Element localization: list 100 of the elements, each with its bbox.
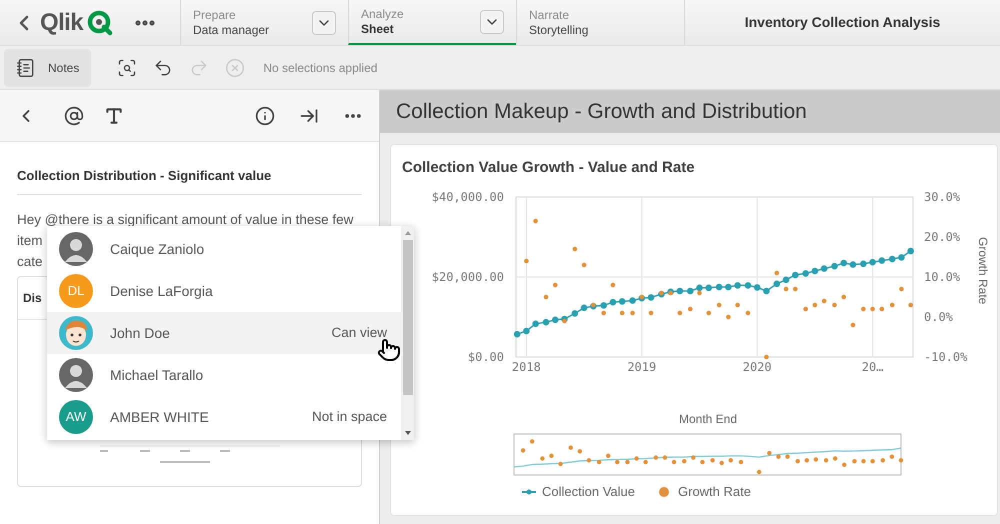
- tab-category: Analyze: [361, 6, 404, 22]
- line-point: [898, 254, 905, 261]
- line-point: [716, 284, 722, 290]
- scatter-point: [822, 298, 826, 304]
- line-point: [552, 316, 559, 324]
- hand-cursor-icon: [377, 338, 401, 362]
- scatter-point: [735, 302, 740, 308]
- notes-button[interactable]: Notes: [4, 48, 92, 86]
- logo-q-icon: [86, 10, 113, 36]
- clear-icon: [225, 58, 246, 78]
- axis-title: Growth Rate: [976, 237, 990, 304]
- person-name: Denise LaForgia: [110, 282, 214, 301]
- scatter-point: [832, 302, 837, 308]
- scatter-point: [678, 310, 682, 316]
- line-point: [792, 272, 799, 278]
- axis-label: 0.0%: [924, 310, 953, 324]
- line-point: [782, 276, 790, 284]
- text-style-icon[interactable]: [104, 106, 124, 126]
- line-point: [514, 330, 520, 338]
- axis-label: 2018: [512, 360, 541, 374]
- mention-option[interactable]: AW AMBER WHITE Not in space: [47, 396, 401, 438]
- line-point: [840, 260, 848, 266]
- dropdown-button[interactable]: [480, 10, 504, 34]
- mention-option[interactable]: Michael Tarallo: [47, 354, 401, 396]
- scatter-point: [648, 310, 654, 316]
- scatter-point: [726, 314, 731, 320]
- line-point: [542, 318, 550, 326]
- line-point: [774, 280, 780, 288]
- cartoon-avatar-icon: [59, 316, 93, 350]
- axis-label: 10.0%: [924, 270, 960, 284]
- mention-option[interactable]: Caique Zaniolo: [47, 228, 401, 270]
- scatter-point: [784, 286, 788, 292]
- line-point: [878, 257, 886, 264]
- scatter-point: [774, 270, 780, 276]
- scatter-point: [601, 310, 606, 316]
- line-point: [820, 265, 828, 272]
- access-status: Can view: [331, 324, 388, 342]
- scatter-point: [870, 306, 875, 312]
- line-point: [696, 284, 703, 292]
- initials-avatar: AW: [59, 400, 93, 434]
- tab-label: Storytelling: [529, 22, 588, 38]
- line-point: [860, 260, 867, 268]
- scatter-point: [706, 310, 712, 316]
- scatter-point: [582, 262, 586, 268]
- chart-title: Collection Value Growth - Value and Rate: [401, 158, 696, 178]
- legend-label: Collection Value: [542, 484, 635, 499]
- nav-tab[interactable]: Narrate Storytelling: [516, 0, 684, 45]
- scatter-point: [841, 294, 846, 300]
- search-icon: [117, 58, 138, 78]
- scatter-point: [890, 302, 895, 308]
- axis-label: 30.0%: [924, 190, 960, 204]
- line-point: [676, 288, 684, 294]
- line-point: [610, 298, 616, 306]
- line-point: [812, 268, 818, 274]
- card-title: Dis: [23, 290, 42, 306]
- scrollbar[interactable]: [401, 226, 414, 440]
- scatter-point: [562, 318, 567, 324]
- scatter-point: [610, 282, 616, 288]
- line-point: [705, 284, 712, 292]
- line-point: [734, 282, 741, 289]
- tab-category: Narrate: [529, 8, 570, 22]
- line-point: [744, 282, 752, 289]
- axis-label: 2019: [627, 360, 656, 374]
- person-silhouette-avatar: [59, 232, 93, 266]
- scatter-point: [659, 290, 664, 296]
- mention-icon[interactable]: [64, 106, 84, 126]
- scatter-point: [861, 306, 866, 312]
- notes-icon: [16, 58, 36, 78]
- axis-label: $20,000.00: [432, 270, 504, 284]
- app-title: Inventory Collection Analysis: [744, 13, 940, 32]
- scatter-point: [764, 354, 769, 360]
- line-point: [648, 294, 654, 301]
- person-name: John Doe: [110, 324, 171, 342]
- legend-label: Growth Rate: [678, 484, 751, 499]
- info-icon[interactable]: [255, 106, 275, 126]
- line-point: [629, 297, 636, 304]
- scatter-point: [591, 302, 596, 308]
- axis-label: 20…: [862, 360, 884, 374]
- scatter-point: [697, 290, 702, 296]
- scatter-point: [572, 246, 578, 252]
- scatter-point: [668, 290, 673, 296]
- mention-option[interactable]: DL Denise LaForgia: [47, 270, 401, 312]
- axis-label: $40,000.00: [432, 190, 504, 204]
- note-text: cate: [17, 252, 43, 270]
- tab-label: Data manager: [193, 22, 270, 38]
- line-point: [850, 261, 856, 268]
- line-point: [580, 304, 588, 312]
- axis-label: 2020: [742, 360, 772, 374]
- person-silhouette-avatar: [59, 358, 93, 392]
- scatter-point: [620, 310, 624, 316]
- scatter-point: [792, 286, 798, 292]
- line-point: [725, 284, 732, 290]
- line-point: [754, 284, 760, 291]
- logo-text: Qlik: [40, 8, 83, 38]
- scatter-point: [533, 218, 538, 224]
- legend-dot-marker: [659, 487, 669, 497]
- nav-tab[interactable]: Prepare Data manager: [180, 0, 348, 45]
- scatter-point: [640, 294, 644, 300]
- dropdown-button[interactable]: [312, 10, 336, 34]
- range-navigator-drawing[interactable]: [514, 434, 904, 476]
